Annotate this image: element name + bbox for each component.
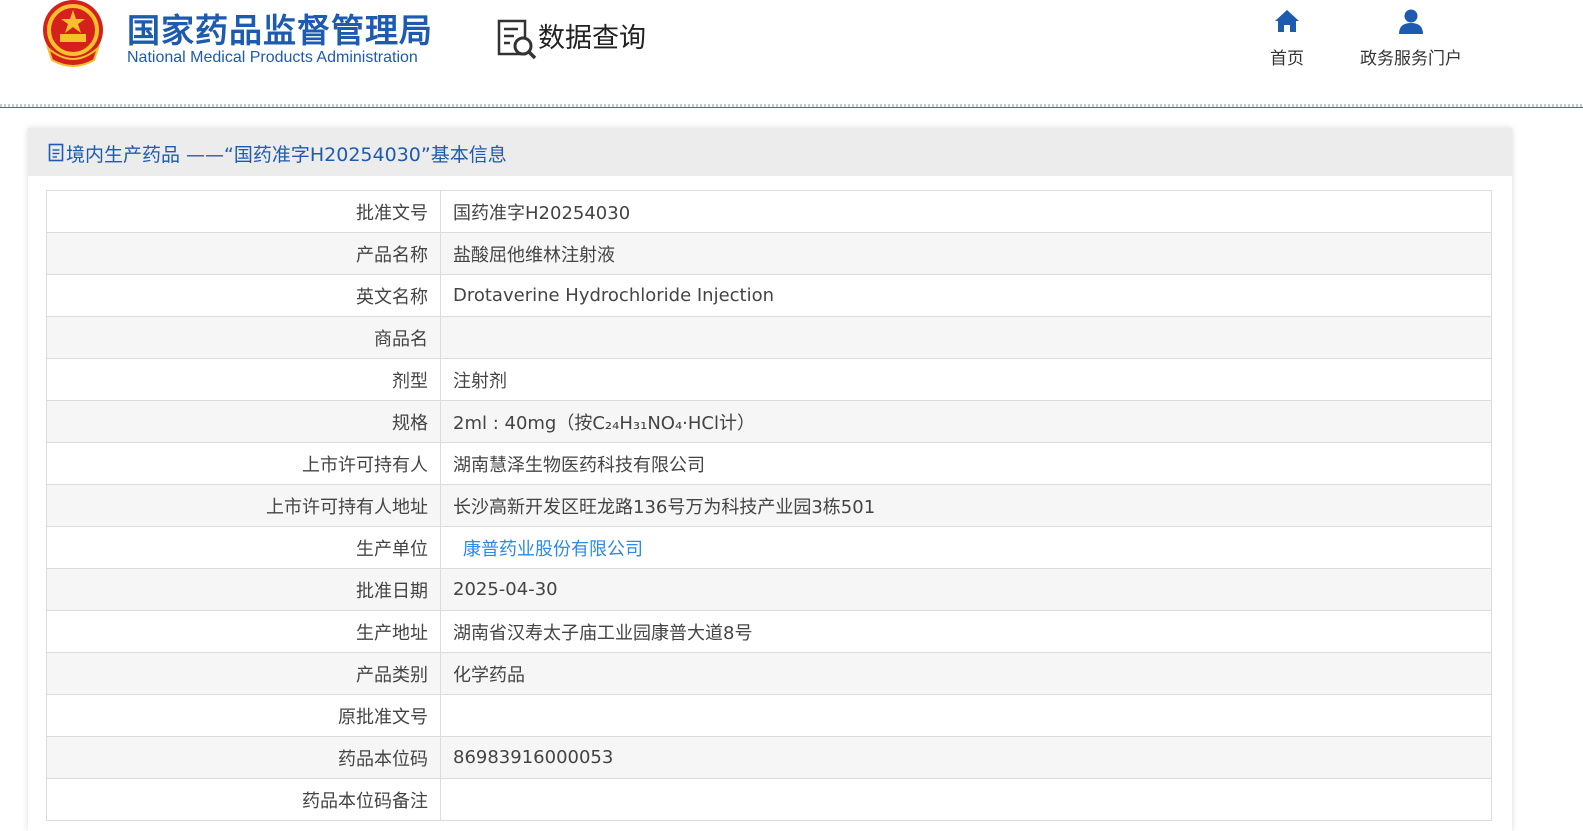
field-label: 批准日期 xyxy=(46,568,441,611)
panel-title: 境内生产药品 ——“国药准字H20254030”基本信息 xyxy=(66,144,507,166)
field-label: 生产单位 xyxy=(46,526,441,569)
field-label: 产品类别 xyxy=(46,652,441,695)
table-row: 规格 2ml : 40mg（按C₂₄H₃₁NO₄·HCl计） xyxy=(46,400,1492,443)
field-label: 剂型 xyxy=(46,358,441,401)
home-icon xyxy=(1275,10,1299,32)
drug-info-table: 批准文号 国药准字H20254030 产品名称 盐酸屈他维林注射液 英文名称 Drotav… xyxy=(46,190,1492,821)
site-header: 国家药品监督管理局 National Medical Products Admi… xyxy=(0,0,1583,108)
query-title: 数据查询 xyxy=(538,23,646,54)
table-row: 原批准文号 xyxy=(46,694,1492,737)
table-row: 商品名 xyxy=(46,316,1492,359)
field-value: 湖南慧泽生物医药科技有限公司 xyxy=(440,442,1492,485)
table-row: 产品类别 化学药品 xyxy=(46,652,1492,695)
field-value xyxy=(440,316,1492,359)
field-label: 药品本位码备注 xyxy=(46,778,441,821)
national-emblem-icon[interactable] xyxy=(40,0,106,68)
table-row: 英文名称 Drotaverine Hydrochloride Injection xyxy=(46,274,1492,317)
field-value: Drotaverine Hydrochloride Injection xyxy=(440,274,1492,317)
nav-home-label: 首页 xyxy=(1270,49,1304,69)
site-title: 国家药品监督管理局 xyxy=(127,11,433,50)
field-value: 盐酸屈他维林注射液 xyxy=(440,232,1492,275)
field-label: 药品本位码 xyxy=(46,736,441,779)
table-row: 剂型 注射剂 xyxy=(46,358,1492,401)
data-query-icon xyxy=(497,19,537,60)
field-label: 产品名称 xyxy=(46,232,441,275)
table-row: 上市许可持有人 湖南慧泽生物医药科技有限公司 xyxy=(46,442,1492,485)
field-value: 化学药品 xyxy=(440,652,1492,695)
field-label: 上市许可持有人 xyxy=(46,442,441,485)
field-label: 商品名 xyxy=(46,316,441,359)
panel-header: 境内生产药品 ——“国药准字H20254030”基本信息 xyxy=(28,128,1512,176)
field-label: 规格 xyxy=(46,400,441,443)
field-label: 上市许可持有人地址 xyxy=(46,484,441,527)
field-value: 86983916000053 xyxy=(440,736,1492,779)
field-label: 生产地址 xyxy=(46,610,441,653)
field-value: 康普药业股份有限公司 xyxy=(440,526,1492,569)
drug-info-panel: 境内生产药品 ——“国药准字H20254030”基本信息 批准文号 国药准字H20… xyxy=(28,128,1512,831)
field-value: 长沙高新开发区旺龙路136号万为科技产业园3栋501 xyxy=(440,484,1492,527)
field-label: 英文名称 xyxy=(46,274,441,317)
table-row: 生产单位 康普药业股份有限公司 xyxy=(46,526,1492,569)
table-row: 药品本位码 86983916000053 xyxy=(46,736,1492,779)
field-value: 2025-04-30 xyxy=(440,568,1492,611)
table-row: 产品名称 盐酸屈他维林注射液 xyxy=(46,232,1492,275)
nav-service-portal-label: 政务服务门户 xyxy=(1360,49,1462,69)
field-label: 批准文号 xyxy=(46,190,441,233)
field-value: 注射剂 xyxy=(440,358,1492,401)
user-icon xyxy=(1399,9,1423,34)
nav-service-portal[interactable]: 政务服务门户 xyxy=(1352,8,1470,69)
field-label: 原批准文号 xyxy=(46,694,441,737)
field-value: 国药准字H20254030 xyxy=(440,190,1492,233)
field-value: 湖南省汉寿太子庙工业园康普大道8号 xyxy=(440,610,1492,653)
field-value: 2ml : 40mg（按C₂₄H₃₁NO₄·HCl计） xyxy=(440,400,1492,443)
table-row: 上市许可持有人地址 长沙高新开发区旺龙路136号万为科技产业园3栋501 xyxy=(46,484,1492,527)
header-divider-line xyxy=(0,107,1583,108)
table-row: 批准日期 2025-04-30 xyxy=(46,568,1492,611)
document-icon xyxy=(48,143,64,162)
field-value xyxy=(440,694,1492,737)
table-row: 药品本位码备注 xyxy=(46,778,1492,821)
table-row: 生产地址 湖南省汉寿太子庙工业园康普大道8号 xyxy=(46,610,1492,653)
field-value xyxy=(440,778,1492,821)
nav-home[interactable]: 首页 xyxy=(1262,8,1312,69)
site-subtitle: National Medical Products Administration xyxy=(127,49,418,66)
manufacturer-link[interactable]: 康普药业股份有限公司 xyxy=(463,539,643,560)
table-row: 批准文号 国药准字H20254030 xyxy=(46,190,1492,233)
